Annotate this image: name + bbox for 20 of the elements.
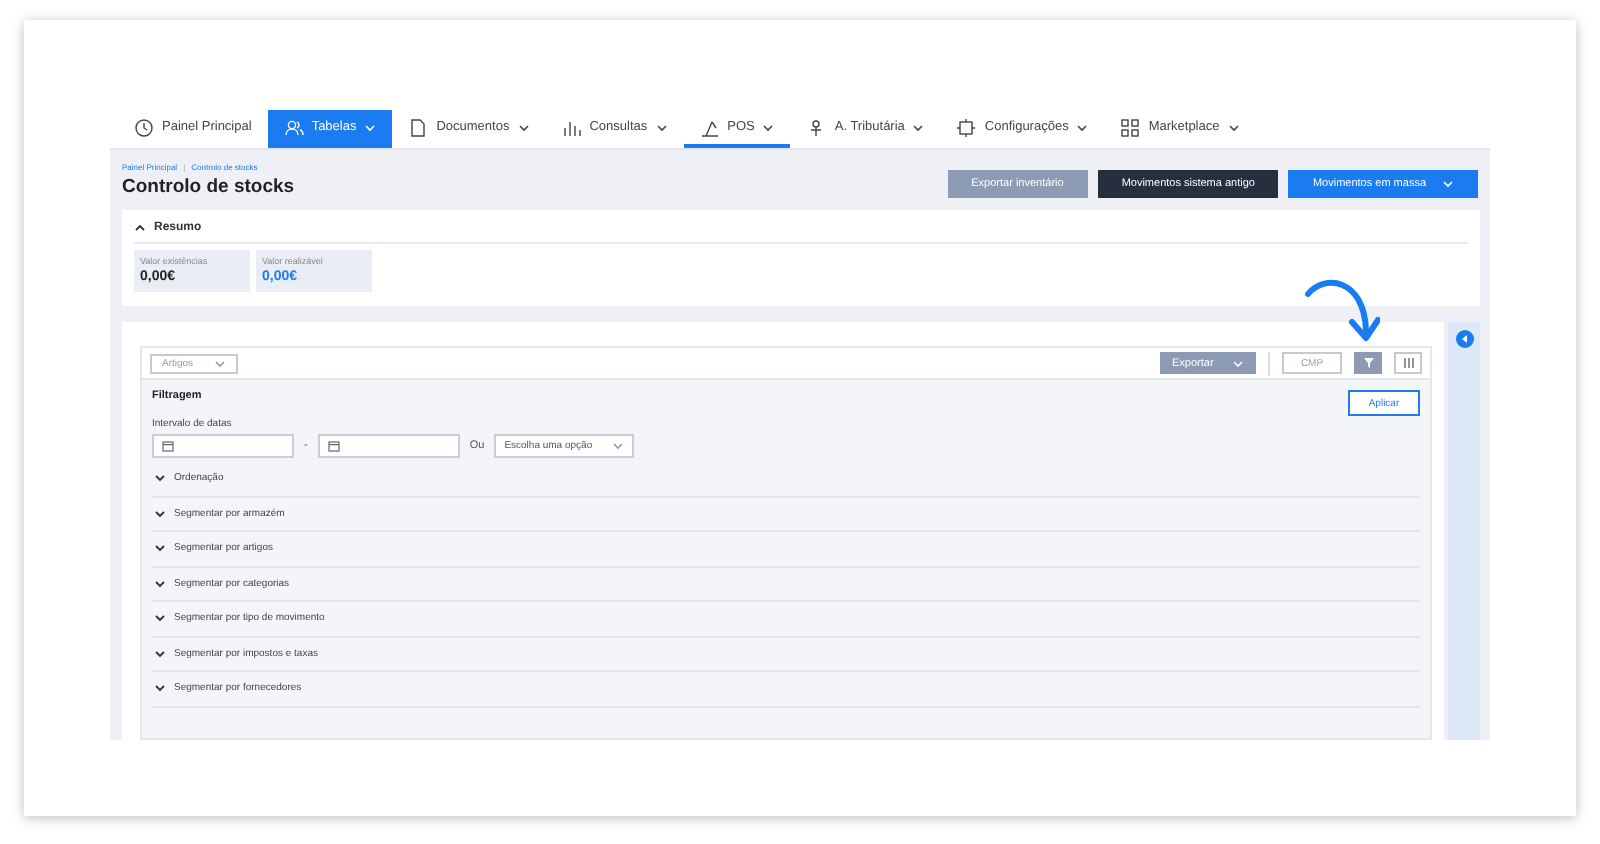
bar-chart-icon [561, 117, 582, 137]
chevron-up-icon[interactable] [134, 224, 146, 232]
calendar-icon [162, 440, 174, 452]
collapse-icon[interactable] [1455, 330, 1473, 348]
filter-icon [1363, 358, 1373, 368]
caret-icon [612, 442, 625, 450]
people-icon [283, 117, 304, 137]
date-field[interactable] [152, 434, 294, 458]
caret-icon [214, 359, 226, 367]
grid-icon [1120, 117, 1141, 137]
page-title: Controlo de stocks [122, 176, 295, 198]
columns-icon [1403, 358, 1413, 368]
document-icon [408, 117, 429, 137]
caret-icon [1232, 359, 1244, 367]
gear-icon [956, 117, 977, 137]
calendar-icon [327, 440, 340, 452]
filter-button[interactable] [1354, 352, 1382, 374]
date-field[interactable] [317, 434, 460, 458]
clock-icon [134, 117, 154, 137]
columns-button[interactable] [1394, 352, 1422, 374]
